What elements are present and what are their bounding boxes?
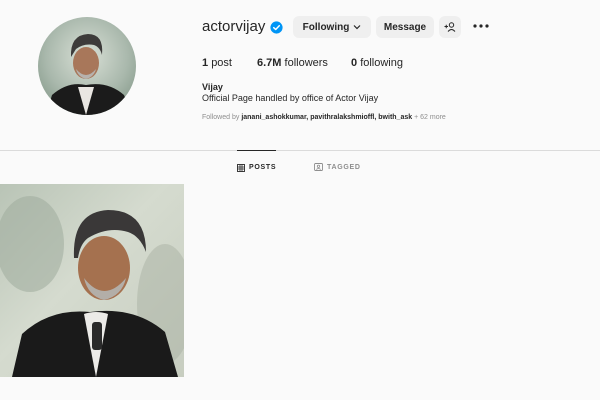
following-count: 0 (351, 57, 358, 69)
tab-posts[interactable]: POSTS (237, 150, 277, 184)
chevron-down-icon (353, 25, 361, 30)
profile-avatar[interactable] (38, 17, 136, 115)
section-divider (0, 150, 600, 151)
add-user-icon (444, 22, 456, 32)
followers-count: 6.7M (257, 57, 282, 69)
more-options-icon[interactable] (472, 21, 490, 31)
tab-posts-label: POSTS (249, 164, 277, 171)
bio-text: Official Page handled by office of Actor… (202, 93, 379, 103)
following-stat[interactable]: 0 following (351, 56, 403, 70)
username: actorvijay (202, 18, 266, 35)
followers-stat[interactable]: 6.7M followers (257, 56, 351, 70)
posts-count: 1 (202, 57, 209, 69)
following-label: following (360, 57, 403, 69)
tab-tagged-label: TAGGED (327, 163, 361, 171)
verified-badge-icon (270, 20, 283, 34)
followed-by-prefix: Followed by (202, 114, 240, 121)
tagged-icon (314, 163, 323, 171)
followed-by-more: + 62 more (414, 114, 446, 121)
tab-tagged[interactable]: TAGGED (314, 151, 361, 183)
full-name: Vijay (202, 82, 223, 92)
posts-stat: 1 post (202, 56, 257, 70)
post-thumbnail[interactable] (0, 184, 184, 377)
profile-stats: 1 post 6.7M followers 0 following (202, 56, 403, 70)
follower-account-link[interactable]: pavithralakshmioffl, (310, 114, 376, 121)
followed-by[interactable]: Followed by janani_ashokkumar, pavithral… (202, 113, 446, 122)
following-button-label: Following (302, 21, 350, 33)
follower-account-link[interactable]: janani_ashokkumar, (241, 114, 308, 121)
grid-icon (237, 163, 245, 172)
message-button-label: Message (383, 21, 427, 33)
following-button[interactable]: Following (293, 16, 371, 38)
add-user-button[interactable] (439, 16, 461, 38)
posts-label: post (211, 57, 232, 69)
message-button[interactable]: Message (376, 16, 434, 38)
username-row: actorvijay (202, 17, 283, 37)
post-image (0, 184, 184, 377)
follower-account-link[interactable]: bwith_ask (378, 114, 412, 121)
followers-label: followers (284, 57, 328, 69)
avatar-image (38, 17, 136, 115)
